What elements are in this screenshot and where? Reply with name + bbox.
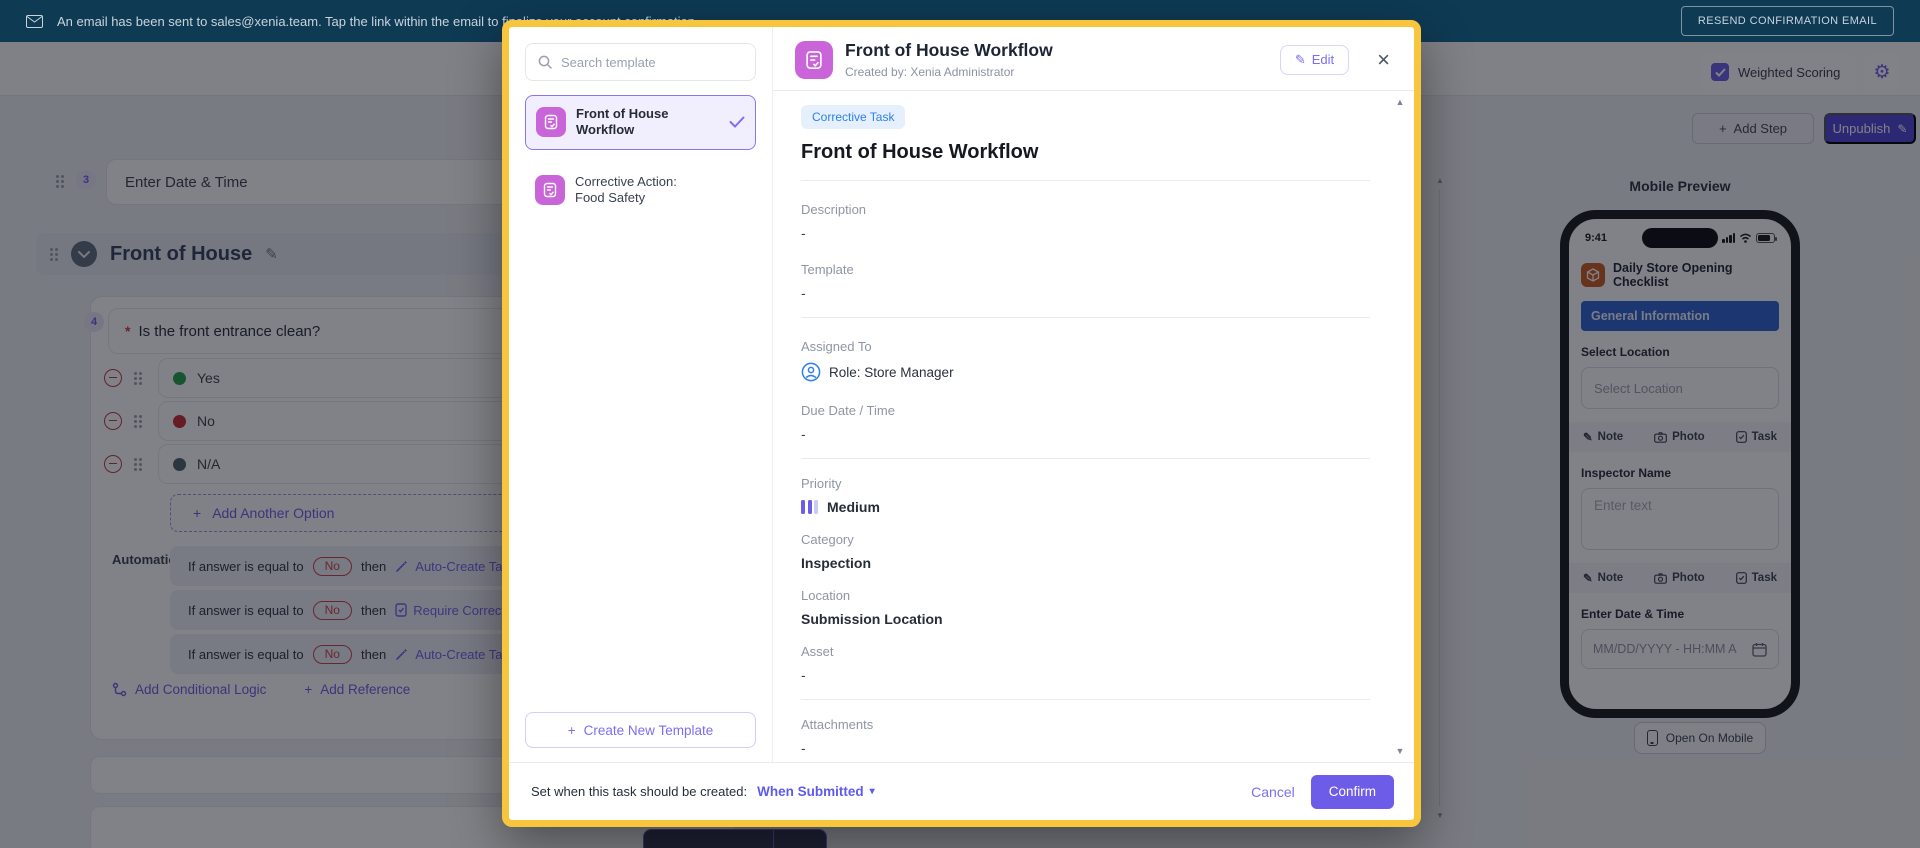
plus-icon: + (567, 722, 576, 738)
confirm-button[interactable]: Confirm (1310, 774, 1394, 809)
divider (801, 180, 1370, 181)
field-label: Location (801, 588, 851, 603)
detail-header: Front of House Workflow Created by: Xeni… (773, 27, 1414, 90)
when-created-dropdown[interactable]: When Submitted ▾ (757, 784, 875, 799)
field-label: Category (801, 532, 854, 547)
field-value: Submission Location (801, 611, 943, 627)
create-new-template-button[interactable]: + Create New Template (525, 712, 756, 748)
field-value: - (801, 426, 806, 442)
task-title: Front of House Workflow (801, 141, 1039, 163)
divider (801, 317, 1370, 318)
template-icon (795, 40, 833, 79)
field-label: Attachments (801, 717, 874, 732)
priority-medium-icon (801, 500, 818, 514)
search-icon (538, 55, 552, 69)
clipboard-icon (544, 115, 558, 130)
selected-check-icon (729, 116, 745, 129)
divider (801, 699, 1370, 700)
resend-confirmation-email-button[interactable]: RESEND CONFIRMATION EMAIL (1680, 6, 1894, 36)
task-template-modal: Front of House Workflow Corrective Actio… (502, 20, 1421, 827)
clipboard-icon (806, 50, 822, 69)
app-root: An email has been sent to sales@xenia.te… (0, 0, 1920, 848)
scroll-down-icon[interactable]: ▼ (1394, 746, 1406, 756)
divider (801, 458, 1370, 459)
cancel-button[interactable]: Cancel (1251, 784, 1295, 800)
caret-down-icon: ▾ (869, 786, 875, 797)
field-label: Asset (801, 644, 834, 659)
field-value: - (801, 740, 806, 756)
field-label: Assigned To (801, 339, 872, 354)
field-value: - (801, 225, 806, 241)
field-value: - (801, 667, 806, 683)
close-icon[interactable]: × (1377, 48, 1390, 71)
edit-button[interactable]: ✎ Edit (1279, 44, 1350, 75)
detail-content: Corrective Task Front of House Workflow … (773, 91, 1414, 762)
user-circle-icon (801, 362, 821, 382)
template-detail-panel: Front of House Workflow Created by: Xeni… (773, 27, 1414, 762)
search-template-input[interactable] (561, 54, 743, 70)
pencil-icon: ✎ (1294, 51, 1306, 67)
template-search (525, 43, 756, 81)
priority-value: Medium (801, 499, 1370, 515)
task-type-badge: Corrective Task (801, 105, 906, 129)
detail-title: Front of House Workflow (845, 40, 1053, 60)
field-label: Due Date / Time (801, 403, 895, 418)
schedule-setting-label: Set when this task should be created: (531, 784, 748, 799)
created-by-text: Created by: Xenia Administrator (845, 65, 1015, 79)
assigned-to-value: Role: Store Manager (801, 362, 1370, 382)
clipboard-icon (543, 182, 557, 197)
detail-scrollbar[interactable]: ▲ ▼ (1394, 97, 1406, 756)
field-label: Template (801, 262, 854, 277)
template-item-corrective-action[interactable]: Corrective Action: Food Safety (525, 164, 756, 217)
field-label: Description (801, 202, 867, 217)
scroll-up-icon[interactable]: ▲ (1394, 97, 1406, 107)
field-value: Inspection (801, 555, 872, 571)
template-item-front-of-house[interactable]: Front of House Workflow (525, 95, 756, 150)
field-value: - (801, 285, 806, 301)
field-label: Priority (801, 476, 842, 491)
envelope-icon (26, 14, 43, 28)
modal-footer: Set when this task should be created: Wh… (509, 762, 1414, 820)
template-list-panel: Front of House Workflow Corrective Actio… (509, 27, 773, 762)
template-icon (535, 174, 565, 205)
template-icon (536, 107, 566, 138)
